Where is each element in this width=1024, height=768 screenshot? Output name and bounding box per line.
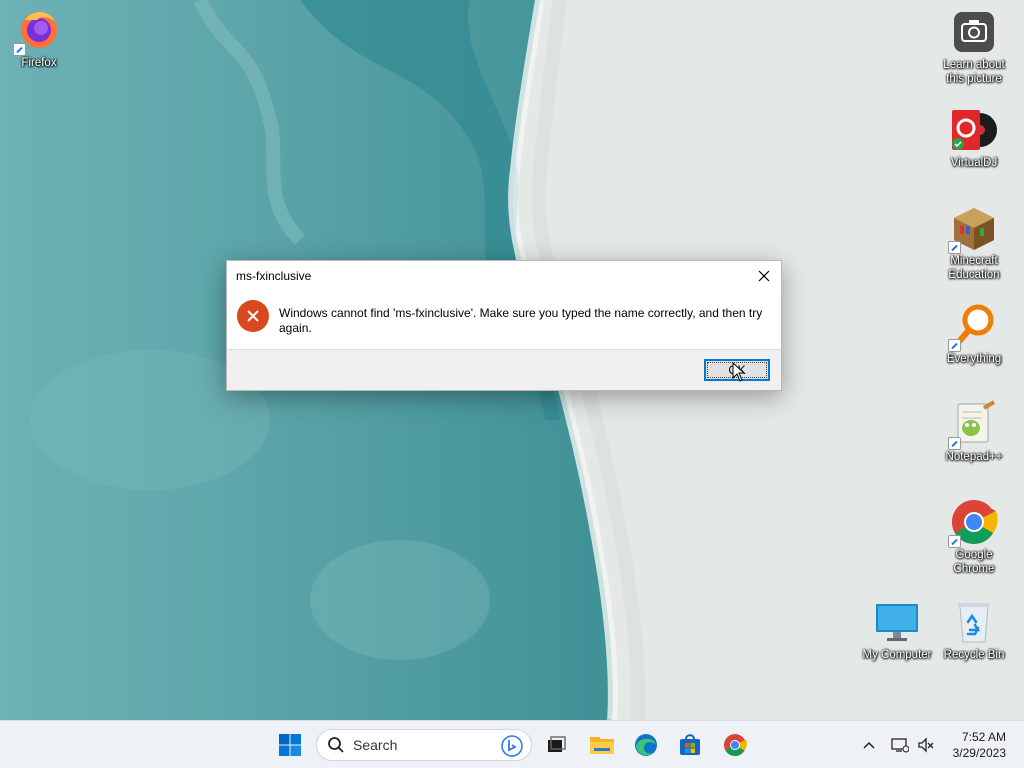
chrome-icon [948,498,998,548]
dialog-title: ms-fxinclusive [236,268,312,283]
dialog-close-button[interactable] [747,261,781,290]
store-button[interactable] [674,729,706,761]
desktop-icon-minecraft[interactable]: Minecraft Education [936,204,1012,282]
desktop-icon-label: VirtualDJ [950,157,998,169]
taskbar-search-box[interactable]: Search [316,729,532,761]
network-button[interactable] [890,735,910,755]
desktop-icon-chrome[interactable]: Google Chrome [936,498,1012,576]
error-icon [237,300,269,332]
desktop-icon-label: Everything [946,353,1002,365]
start-icon [279,734,301,756]
desktop-icon-virtualdj[interactable]: VirtualDJ [936,106,1012,170]
virtualdj-icon [950,106,998,154]
notepadpp-icon [948,400,998,450]
desktop-icon-label: Notepad++ [945,451,1003,463]
chevron-up-icon [863,741,875,749]
task-view-button[interactable] [540,729,572,761]
file-explorer-button[interactable] [586,729,618,761]
taskbar-clock[interactable]: 7:52 AM 3/29/2023 [953,729,1006,761]
desktop-icon-notepadpp[interactable]: Notepad++ [936,400,1012,464]
desktop-icon-everything[interactable]: Everything [936,302,1012,366]
desktop-icon-label: Recycle Bin [943,649,1005,661]
dialog-titlebar[interactable]: ms-fxinclusive [227,261,781,290]
everything-icon [948,302,998,352]
store-icon [680,734,700,755]
desktop-icon-learn-picture[interactable]: Learn about this picture [936,8,1012,86]
chrome-taskbar-button[interactable] [719,729,751,761]
close-icon [758,270,770,281]
desktop-icon-my-computer[interactable]: My Computer [859,598,935,662]
error-dialog: ms-fxinclusive Windows cannot find 'ms-f… [226,260,782,391]
network-icon [891,738,909,753]
mouse-cursor-icon [732,362,746,382]
clock-time: 7:52 AM [961,730,1006,744]
start-button[interactable] [274,729,306,761]
search-placeholder: Search [353,737,398,753]
desktop-icon-label: My Computer [862,649,932,661]
search-icon [328,737,344,753]
camera-icon [950,8,998,56]
desktop-icon-label: Google Chrome [953,549,995,575]
show-hidden-icons-button[interactable] [859,735,879,755]
minecraft-icon [948,204,998,254]
desktop-icon-label: Firefox [21,57,57,69]
chrome-icon [724,734,747,756]
clock-date: 3/29/2023 [952,746,1006,760]
volume-button[interactable] [916,735,936,755]
recycle-bin-icon [950,598,998,646]
firefox-icon [13,6,63,56]
monitor-icon [873,598,921,646]
dialog-footer: OK [227,349,781,390]
desktop-icon-firefox[interactable]: Firefox [1,6,77,70]
volume-muted-icon [918,737,934,753]
edge-button[interactable] [630,729,662,761]
task-view-icon [548,736,566,752]
file-explorer-icon [590,737,614,754]
taskbar: Search 7:52 AM 3/29/2023 [0,720,1024,768]
edge-icon [635,734,657,756]
dialog-message: Windows cannot find 'ms-fxinclusive'. Ma… [279,306,763,335]
desktop-icon-recycle-bin[interactable]: Recycle Bin [936,598,1012,662]
desktop-icon-label: Learn about this picture [943,59,1005,85]
desktop-icon-label: Minecraft Education [948,255,1000,281]
bing-icon [501,735,523,757]
